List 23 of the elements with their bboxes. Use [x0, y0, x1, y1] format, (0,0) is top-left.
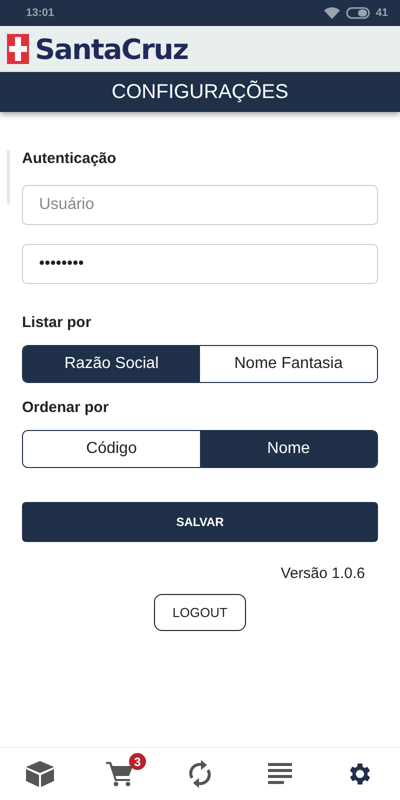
logout-button[interactable]: LOGOUT: [154, 594, 246, 631]
version-text: Versão 1.0.6: [280, 565, 365, 582]
lines-icon: [268, 763, 292, 785]
segment-option[interactable]: Nome: [200, 431, 377, 467]
save-button[interactable]: SALVAR: [22, 502, 378, 542]
status-time: 13:01: [26, 7, 54, 19]
page-title: CONFIGURAÇÕES: [112, 80, 288, 104]
order-by-label: Ordenar por: [22, 399, 110, 416]
wifi-icon: [324, 7, 340, 19]
nav-tab[interactable]: 3: [92, 751, 148, 797]
sync-icon: [188, 760, 212, 788]
box-icon: [25, 760, 55, 788]
battery-icon: [346, 7, 370, 19]
cross-logo-icon: [7, 34, 29, 64]
section-label: Autenticação: [22, 150, 118, 167]
password-field[interactable]: ••••••••: [22, 244, 378, 284]
segment-option[interactable]: Razão Social: [23, 346, 200, 382]
cart-icon: [106, 761, 134, 787]
cart-count-badge: 3: [129, 753, 146, 770]
battery-level: 41: [376, 7, 388, 19]
brand-logo: SantaCruz: [35, 32, 188, 66]
username-field[interactable]: Usuário: [22, 185, 378, 225]
list-by-label: Listar por: [22, 314, 92, 331]
